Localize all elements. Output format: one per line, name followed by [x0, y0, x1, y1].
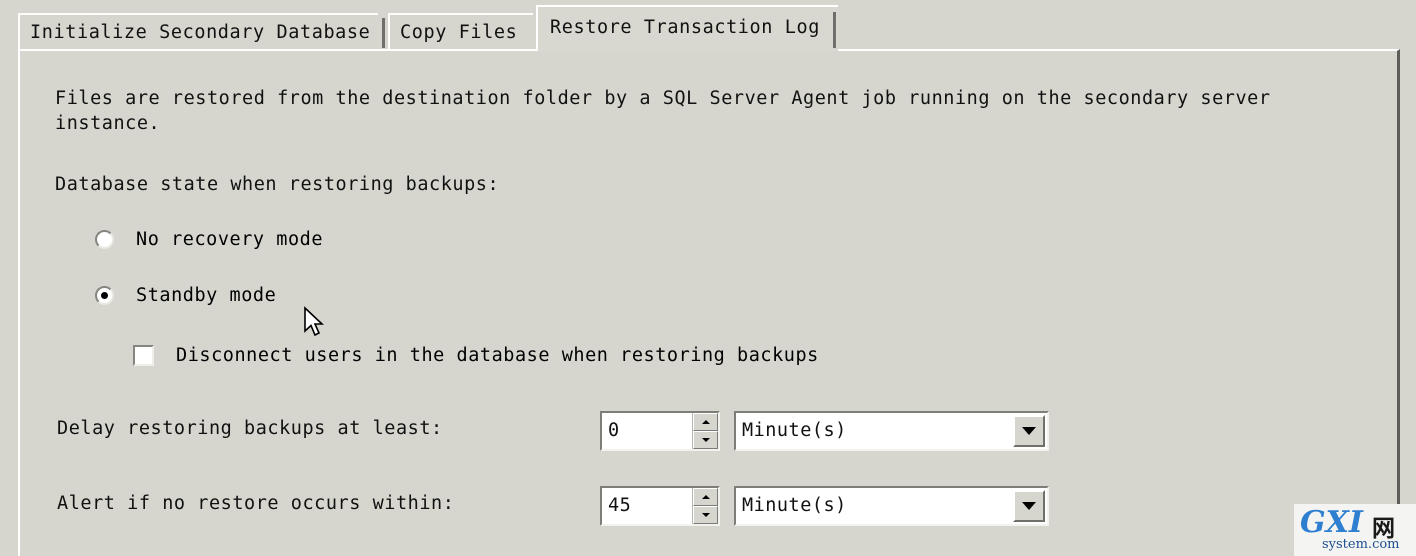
chevron-down-icon [1022, 427, 1036, 435]
combo-dropdown-button[interactable] [1013, 415, 1045, 447]
spinner-value[interactable]: 0 [602, 413, 692, 449]
panel-description-line2: instance. [55, 113, 161, 134]
combo-value: Minute(s) [742, 420, 847, 441]
spinner-buttons [692, 488, 718, 524]
tab-strip: Initialize Secondary Database Copy Files… [0, 0, 1416, 51]
triangle-up-icon [701, 495, 710, 499]
watermark-subtitle: system.com [1322, 537, 1400, 552]
database-state-group-label: Database state when restoring backups: [55, 174, 500, 195]
tab-copy-files[interactable]: Copy Files [388, 13, 533, 51]
radio-label: No recovery mode [136, 229, 324, 250]
spinner-delay-restoring-backups[interactable]: 0 [600, 411, 720, 451]
panel-description-line1: Files are restored from the destination … [55, 88, 1271, 109]
watermark-main-text: GXI [1300, 505, 1363, 540]
watermark: GXI 网 system.com [1294, 504, 1416, 556]
radio-standby-mode[interactable]: Standby mode [95, 285, 276, 306]
triangle-down-icon [701, 513, 710, 517]
combo-value: Minute(s) [742, 495, 847, 516]
spinner-down-button[interactable] [693, 506, 718, 524]
spinner-down-button[interactable] [693, 431, 718, 449]
radio-no-recovery-mode[interactable]: No recovery mode [95, 229, 323, 250]
tab-initialize-secondary-database[interactable]: Initialize Secondary Database [18, 13, 378, 51]
combo-alert-restore-unit[interactable]: Minute(s) [734, 486, 1049, 526]
chevron-down-icon [1022, 502, 1036, 510]
radio-dot-icon [101, 292, 108, 299]
restore-transaction-log-panel: Files are restored from the destination … [18, 49, 1400, 556]
spinner-alert-if-no-restore[interactable]: 45 [600, 486, 720, 526]
radio-label: Standby mode [136, 285, 277, 306]
spinner-up-button[interactable] [693, 413, 718, 431]
tab-separator-2 [833, 12, 836, 48]
tab-restore-transaction-log[interactable]: Restore Transaction Log [536, 5, 838, 51]
tab-label: Copy Files [400, 22, 518, 43]
label-alert-if-no-restore: Alert if no restore occurs within: [57, 493, 455, 514]
label-delay-restoring-backups: Delay restoring backups at least: [57, 418, 443, 439]
mouse-cursor-icon [304, 306, 325, 337]
tab-label: Restore Transaction Log [550, 17, 820, 38]
checkbox-disconnect-users[interactable]: Disconnect users in the database when re… [133, 345, 819, 366]
combo-dropdown-button[interactable] [1013, 490, 1045, 522]
combo-delay-restoring-unit[interactable]: Minute(s) [734, 411, 1049, 451]
tab-separator-1 [382, 18, 385, 48]
checkbox-box-icon [133, 345, 154, 366]
triangle-down-icon [701, 438, 710, 442]
radio-circle-icon [95, 230, 114, 249]
checkbox-label: Disconnect users in the database when re… [176, 345, 819, 366]
spinner-value[interactable]: 45 [602, 488, 692, 524]
radio-circle-selected-icon [95, 286, 114, 305]
triangle-up-icon [701, 420, 710, 424]
tab-label: Initialize Secondary Database [30, 22, 371, 43]
spinner-up-button[interactable] [693, 488, 718, 506]
spinner-buttons [692, 413, 718, 449]
